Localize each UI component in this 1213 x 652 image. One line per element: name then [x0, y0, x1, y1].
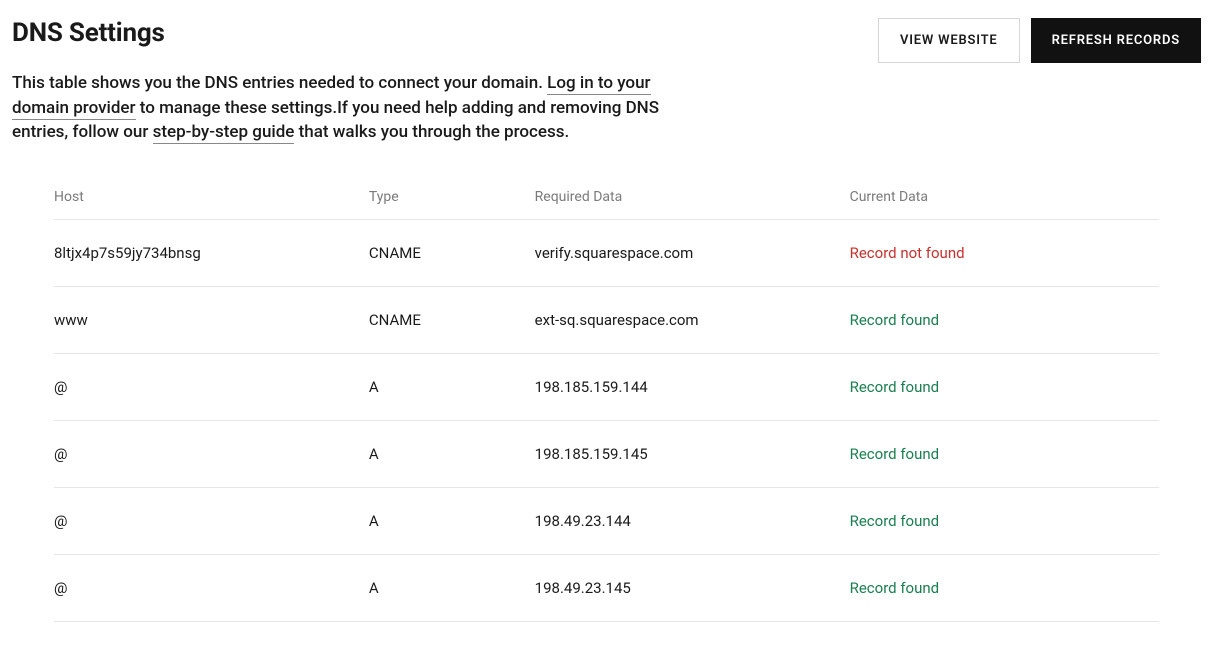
cell-host: @ — [54, 554, 369, 621]
column-header-required-data: Required Data — [535, 177, 850, 220]
view-website-button[interactable]: VIEW WEBSITE — [878, 18, 1020, 63]
table-row: wwwCNAMEext-sq.squarespace.comRecord fou… — [54, 286, 1159, 353]
step-by-step-guide-link[interactable]: step-by-step guide — [153, 122, 295, 144]
cell-required-data: ext-sq.squarespace.com — [535, 286, 850, 353]
column-header-type: Type — [369, 177, 535, 220]
description-part3: that walks you through the process. — [294, 122, 569, 142]
cell-host: www — [54, 286, 369, 353]
description-text: This table shows you the DNS entries nee… — [12, 71, 672, 145]
cell-current-data: Record found — [850, 420, 1159, 487]
cell-type: A — [369, 554, 535, 621]
table-row: @A198.185.159.144Record found — [54, 353, 1159, 420]
description-part1: This table shows you the DNS entries nee… — [12, 73, 547, 93]
cell-required-data: 198.185.159.144 — [535, 353, 850, 420]
cell-required-data: verify.squarespace.com — [535, 219, 850, 286]
cell-type: CNAME — [369, 286, 535, 353]
cell-type: A — [369, 353, 535, 420]
cell-required-data: 198.49.23.144 — [535, 487, 850, 554]
refresh-records-button[interactable]: REFRESH RECORDS — [1031, 18, 1201, 63]
column-header-current-data: Current Data — [850, 177, 1159, 220]
cell-required-data: 198.185.159.145 — [535, 420, 850, 487]
cell-host: 8ltjx4p7s59jy734bnsg — [54, 219, 369, 286]
cell-current-data: Record found — [850, 487, 1159, 554]
cell-type: CNAME — [369, 219, 535, 286]
cell-type: A — [369, 420, 535, 487]
cell-current-data: Record not found — [850, 219, 1159, 286]
column-header-host: Host — [54, 177, 369, 220]
cell-host: @ — [54, 353, 369, 420]
table-row: 8ltjx4p7s59jy734bnsgCNAMEverify.squaresp… — [54, 219, 1159, 286]
table-row: @A198.49.23.144Record found — [54, 487, 1159, 554]
header-actions: VIEW WEBSITE REFRESH RECORDS — [878, 18, 1201, 63]
page-title: DNS Settings — [12, 18, 165, 48]
dns-records-table: Host Type Required Data Current Data 8lt… — [54, 177, 1159, 622]
cell-required-data: 198.49.23.145 — [535, 554, 850, 621]
cell-type: A — [369, 487, 535, 554]
cell-current-data: Record found — [850, 353, 1159, 420]
cell-current-data: Record found — [850, 554, 1159, 621]
cell-host: @ — [54, 420, 369, 487]
cell-host: @ — [54, 487, 369, 554]
table-row: @A198.185.159.145Record found — [54, 420, 1159, 487]
cell-current-data: Record found — [850, 286, 1159, 353]
table-row: @A198.49.23.145Record found — [54, 554, 1159, 621]
